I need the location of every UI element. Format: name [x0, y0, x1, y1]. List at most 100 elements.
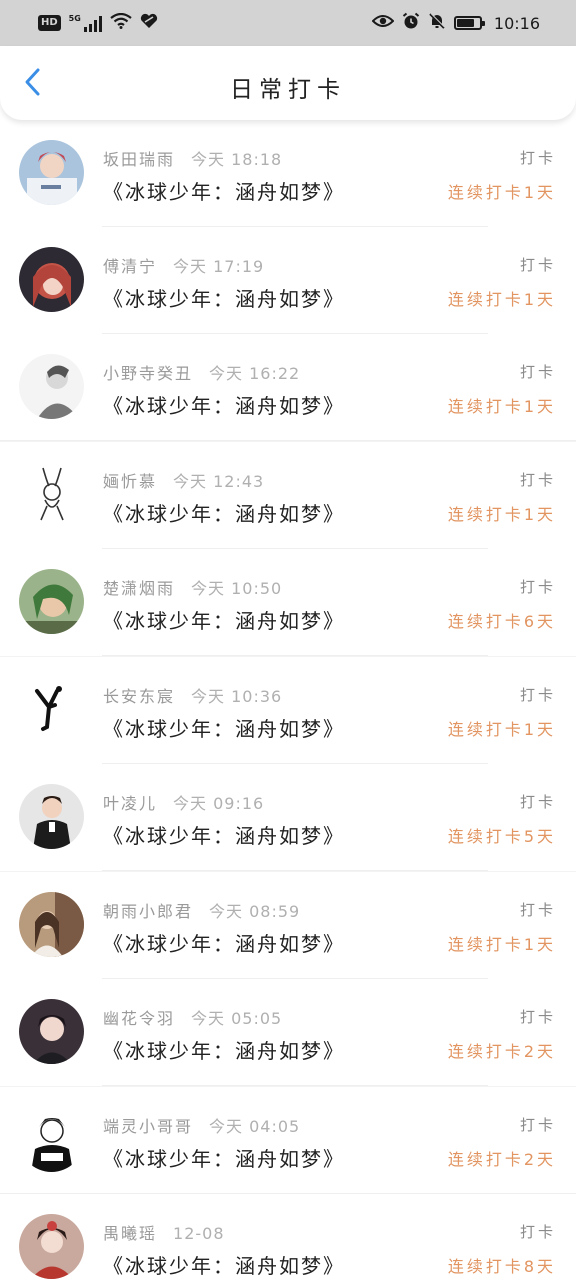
user-meta: 朝雨小郎君 今天 08:59: [103, 898, 300, 922]
avatar[interactable]: [19, 354, 84, 419]
checkin-tag: 打卡: [519, 793, 556, 811]
book-title[interactable]: 《冰球少年：涵舟如梦》: [103, 283, 345, 312]
checkin-time: 今天 09:16: [173, 794, 265, 813]
checkin-tag: 打卡: [519, 471, 556, 489]
avatar[interactable]: [19, 999, 84, 1064]
streak-label: 连续打卡1天: [447, 183, 556, 202]
list-item[interactable]: 婳忻慕 今天 12:43 《冰球少年：涵舟如梦》 打卡 连续打卡1天: [0, 442, 576, 549]
page-title: 日常打卡: [230, 77, 346, 103]
list-item[interactable]: 端灵小哥哥 今天 04:05 《冰球少年：涵舟如梦》 打卡 连续打卡2天: [0, 1087, 576, 1194]
username[interactable]: 幽花令羽: [103, 1009, 175, 1028]
avatar[interactable]: [19, 892, 84, 957]
list-item[interactable]: 朝雨小郎君 今天 08:59 《冰球少年：涵舟如梦》 打卡 连续打卡1天: [0, 872, 576, 979]
mute-bell-icon: [428, 12, 446, 34]
list-item[interactable]: 禺曦瑶 12-08 《冰球少年：涵舟如梦》 打卡 连续打卡8天: [0, 1194, 576, 1280]
user-meta: 幽花令羽 今天 05:05: [103, 1005, 282, 1029]
streak-label: 连续打卡2天: [447, 1150, 556, 1169]
checkin-time: 今天 10:50: [191, 579, 283, 598]
checkin-time: 今天 16:22: [209, 364, 301, 383]
user-meta: 叶凌儿 今天 09:16: [103, 790, 264, 814]
data-saver-icon: [140, 13, 158, 33]
username[interactable]: 禺曦瑶: [103, 1224, 157, 1243]
avatar[interactable]: [19, 677, 84, 742]
book-title[interactable]: 《冰球少年：涵舟如梦》: [103, 1143, 345, 1172]
list-item[interactable]: 楚潇烟雨 今天 10:50 《冰球少年：涵舟如梦》 打卡 连续打卡6天: [0, 549, 576, 656]
list-item[interactable]: 小野寺癸丑 今天 16:22 《冰球少年：涵舟如梦》 打卡 连续打卡1天: [0, 334, 576, 441]
avatar[interactable]: [19, 1214, 84, 1279]
checkin-time: 今天 04:05: [209, 1117, 301, 1136]
username[interactable]: 朝雨小郎君: [103, 902, 193, 921]
divider: [102, 655, 488, 656]
hd-badge: HD: [38, 15, 61, 31]
status-right: 10:16: [371, 12, 540, 34]
avatar[interactable]: [19, 784, 84, 849]
divider: [102, 870, 488, 871]
username[interactable]: 叶凌儿: [103, 794, 157, 813]
checkin-tag: 打卡: [519, 1116, 556, 1134]
username[interactable]: 长安东宸: [103, 687, 175, 706]
username[interactable]: 坂田瑞雨: [103, 150, 175, 169]
checkin-tag: 打卡: [519, 256, 556, 274]
user-meta: 禺曦瑶 12-08: [103, 1220, 225, 1244]
book-title[interactable]: 《冰球少年：涵舟如梦》: [103, 928, 345, 957]
header: 日常打卡: [0, 46, 576, 120]
streak-label: 连续打卡1天: [447, 720, 556, 739]
checkin-tag: 打卡: [519, 363, 556, 381]
book-title[interactable]: 《冰球少年：涵舟如梦》: [103, 1250, 345, 1279]
user-meta: 端灵小哥哥 今天 04:05: [103, 1113, 300, 1137]
streak-label: 连续打卡1天: [447, 505, 556, 524]
alarm-icon: [402, 12, 420, 34]
checkin-time: 今天 05:05: [191, 1009, 283, 1028]
user-meta: 婳忻慕 今天 12:43: [103, 468, 264, 492]
user-meta: 小野寺癸丑 今天 16:22: [103, 360, 300, 384]
username[interactable]: 傅清宁: [103, 257, 157, 276]
checkin-time: 今天 17:19: [173, 257, 265, 276]
network-type-label: 5G: [68, 14, 81, 23]
avatar[interactable]: [19, 569, 84, 634]
avatar[interactable]: [19, 247, 84, 312]
status-time: 10:16: [493, 13, 540, 33]
status-left: HD 5G: [38, 12, 158, 33]
avatar[interactable]: [19, 1107, 84, 1172]
streak-label: 连续打卡1天: [447, 935, 556, 954]
checkin-tag: 打卡: [519, 149, 556, 167]
streak-label: 连续打卡5天: [447, 827, 556, 846]
checkin-tag: 打卡: [519, 686, 556, 704]
book-title[interactable]: 《冰球少年：涵舟如梦》: [103, 390, 345, 419]
book-title[interactable]: 《冰球少年：涵舟如梦》: [103, 820, 345, 849]
divider: [102, 1085, 488, 1086]
username[interactable]: 楚潇烟雨: [103, 579, 175, 598]
book-title[interactable]: 《冰球少年：涵舟如梦》: [103, 713, 345, 742]
divider: [0, 440, 576, 441]
checkin-time: 今天 10:36: [191, 687, 283, 706]
checkin-tag: 打卡: [519, 1008, 556, 1026]
checkin-tag: 打卡: [519, 1223, 556, 1241]
book-title[interactable]: 《冰球少年：涵舟如梦》: [103, 605, 345, 634]
username[interactable]: 端灵小哥哥: [103, 1117, 193, 1136]
list-item[interactable]: 长安东宸 今天 10:36 《冰球少年：涵舟如梦》 打卡 连续打卡1天: [0, 657, 576, 764]
avatar[interactable]: [19, 140, 84, 205]
user-meta: 坂田瑞雨 今天 18:18: [103, 146, 282, 170]
avatar[interactable]: [19, 462, 84, 527]
checkin-list[interactable]: 坂田瑞雨 今天 18:18 《冰球少年：涵舟如梦》 打卡 连续打卡1天 傅清宁 今天…: [0, 120, 576, 1280]
checkin-time: 今天 12:43: [173, 472, 265, 491]
user-meta: 傅清宁 今天 17:19: [103, 253, 264, 277]
streak-label: 连续打卡6天: [447, 612, 556, 631]
checkin-tag: 打卡: [519, 901, 556, 919]
username[interactable]: 小野寺癸丑: [103, 364, 193, 383]
book-title[interactable]: 《冰球少年：涵舟如梦》: [103, 498, 345, 527]
user-meta: 长安东宸 今天 10:36: [103, 683, 282, 707]
checkin-time: 今天 18:18: [191, 150, 283, 169]
streak-label: 连续打卡1天: [447, 397, 556, 416]
wifi-icon: [110, 12, 132, 33]
book-title[interactable]: 《冰球少年：涵舟如梦》: [103, 176, 345, 205]
book-title[interactable]: 《冰球少年：涵舟如梦》: [103, 1035, 345, 1064]
username[interactable]: 婳忻慕: [103, 472, 157, 491]
list-item[interactable]: 坂田瑞雨 今天 18:18 《冰球少年：涵舟如梦》 打卡 连续打卡1天: [0, 120, 576, 227]
streak-label: 连续打卡2天: [447, 1042, 556, 1061]
status-bar: HD 5G 10:16: [0, 0, 576, 46]
list-item[interactable]: 傅清宁 今天 17:19 《冰球少年：涵舟如梦》 打卡 连续打卡1天: [0, 227, 576, 334]
list-item[interactable]: 幽花令羽 今天 05:05 《冰球少年：涵舟如梦》 打卡 连续打卡2天: [0, 979, 576, 1086]
list-item[interactable]: 叶凌儿 今天 09:16 《冰球少年：涵舟如梦》 打卡 连续打卡5天: [0, 764, 576, 871]
battery-icon: [453, 16, 485, 30]
